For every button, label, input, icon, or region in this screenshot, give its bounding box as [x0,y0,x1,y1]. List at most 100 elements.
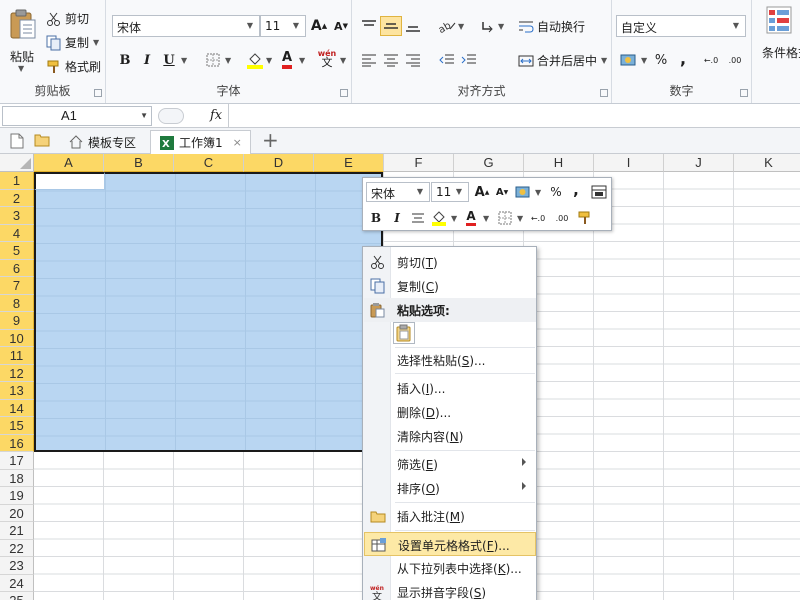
menu-item-clear-contents[interactable]: 清除内容(N) [364,424,536,448]
row-header[interactable]: 19 [0,487,34,505]
row-header[interactable]: 20 [0,504,34,522]
paste-dropdown-icon[interactable]: ▼ [18,64,24,73]
column-header[interactable]: I [594,154,664,172]
menu-item-show-phonetic[interactable]: wén 文 显示拼音字段(S) [364,580,536,600]
name-box-splitter[interactable] [158,108,184,124]
font-color-dropdown-icon[interactable]: ▼ [299,56,305,65]
paste-option-default-button[interactable] [393,322,415,344]
tab-workbook1[interactable]: X 工作簿1 × [150,130,251,154]
menu-item-insert[interactable]: 插入(I)... [364,376,536,400]
open-folder-button[interactable] [34,133,50,150]
text-direction-dropdown-icon[interactable]: ▼ [498,22,504,31]
mini-font-color-dropdown-icon[interactable]: ▼ [483,214,489,223]
row-header[interactable]: 24 [0,574,34,592]
mini-bold-button[interactable]: B [366,208,386,228]
font-size-combo[interactable]: 11 ▼ [260,15,306,37]
mini-accounting-button[interactable] [513,182,533,202]
row-header[interactable]: 9 [0,312,34,330]
font-size-dropdown-icon[interactable]: ▼ [289,16,303,36]
mini-format-painter-button[interactable] [575,208,595,228]
mini-shrink-font-button[interactable]: A ▼ [493,182,511,202]
row-header[interactable]: 18 [0,469,34,487]
menu-item-cut[interactable]: 剪切(T) [364,250,536,274]
row-header[interactable]: 6 [0,259,34,277]
row-header[interactable]: 2 [0,189,34,207]
format-painter-button[interactable]: 格式刷 [46,58,101,75]
column-header[interactable]: K [734,154,800,172]
align-bottom-button[interactable] [402,16,424,36]
row-header[interactable]: 11 [0,347,34,365]
font-name-dropdown-icon[interactable]: ▼ [243,16,257,36]
grow-font-button[interactable]: A ▲ [308,16,330,36]
row-header[interactable]: 4 [0,224,34,242]
accounting-dropdown-icon[interactable]: ▼ [641,56,647,65]
menu-item-pick-from-list[interactable]: 从下拉列表中选择(K)... [364,556,536,580]
menu-item-paste-special[interactable]: 选择性粘贴(S)... [364,348,536,372]
cut-button[interactable]: 剪切 [46,10,89,27]
row-header[interactable]: 15 [0,417,34,435]
column-header[interactable]: F [384,154,454,172]
row-header[interactable]: 10 [0,329,34,347]
merge-center-button[interactable]: 合并后居中 ▼ [518,52,607,69]
font-color-button[interactable]: A [276,50,298,70]
shrink-font-button[interactable]: A ▼ [330,16,352,36]
text-direction-button[interactable] [476,16,498,36]
row-header[interactable]: 7 [0,277,34,295]
orientation-dropdown-icon[interactable]: ▼ [458,22,464,31]
border-button[interactable] [202,50,224,70]
paste-button[interactable]: 粘贴 ▼ [6,6,40,74]
row-header[interactable]: 3 [0,207,34,225]
number-launcher-icon[interactable] [740,89,748,97]
tab-template-zone[interactable]: 模板专区 [60,130,144,154]
align-middle-button[interactable] [380,16,402,36]
insert-function-button[interactable]: fx [210,108,222,123]
selected-range[interactable] [34,172,383,452]
clipboard-launcher-icon[interactable] [94,89,102,97]
underline-button[interactable]: U [158,50,180,70]
formula-input[interactable] [230,107,796,125]
increase-indent-button[interactable] [458,50,480,70]
conditional-format-button[interactable]: 条件格式 [756,6,800,66]
number-format-dropdown-icon[interactable]: ▼ [729,16,743,36]
font-name-combo[interactable]: 宋体 ▼ [112,15,260,37]
phonetic-dropdown-icon[interactable]: ▼ [340,56,346,65]
underline-dropdown-icon[interactable]: ▼ [181,56,187,65]
mini-fill-color-button[interactable] [429,208,449,228]
border-dropdown-icon[interactable]: ▼ [225,56,231,65]
menu-item-sort[interactable]: 排序(O) [364,476,536,500]
menu-item-delete[interactable]: 删除(D)... [364,400,536,424]
name-box-dropdown-icon[interactable]: ▼ [140,107,148,125]
bold-button[interactable]: B [114,50,136,70]
mini-fill-color-dropdown-icon[interactable]: ▼ [451,214,457,223]
row-header[interactable]: 21 [0,522,34,540]
mini-font-name-dropdown-icon[interactable]: ▼ [413,183,427,201]
row-header[interactable]: 22 [0,539,34,557]
new-tab-button[interactable]: + [262,130,279,150]
mini-format-cells-button[interactable] [589,182,609,202]
menu-item-filter[interactable]: 筛选(E) [364,452,536,476]
mini-font-name-combo[interactable]: 宋体 ▼ [366,182,430,202]
decrease-decimal-button[interactable]: .00 [724,50,746,70]
new-document-button[interactable] [10,133,24,152]
percent-button[interactable]: % [650,50,672,70]
fill-color-button[interactable] [244,50,266,70]
wrap-text-button[interactable]: 自动换行 [518,18,585,35]
alignment-launcher-icon[interactable] [600,89,608,97]
orientation-button[interactable]: ab [436,16,458,36]
mini-align-center-button[interactable] [408,208,428,228]
comma-button[interactable]: , [672,48,694,68]
row-header[interactable]: 8 [0,294,34,312]
align-left-button[interactable] [358,50,380,70]
italic-button[interactable]: I [136,50,158,70]
row-header[interactable]: 16 [0,434,34,452]
mini-font-color-button[interactable]: A [461,208,481,228]
menu-item-copy[interactable]: 复制(C) [364,274,536,298]
copy-dropdown-icon[interactable]: ▼ [93,38,99,47]
mini-comma-button[interactable]: , [569,180,583,200]
row-header[interactable]: 25 [0,592,34,600]
accounting-format-button[interactable] [618,50,640,70]
column-header[interactable]: J [664,154,734,172]
mini-grow-font-button[interactable]: A ▲ [473,182,491,202]
row-header[interactable]: 12 [0,364,34,382]
mini-accounting-dropdown-icon[interactable]: ▼ [535,188,541,197]
